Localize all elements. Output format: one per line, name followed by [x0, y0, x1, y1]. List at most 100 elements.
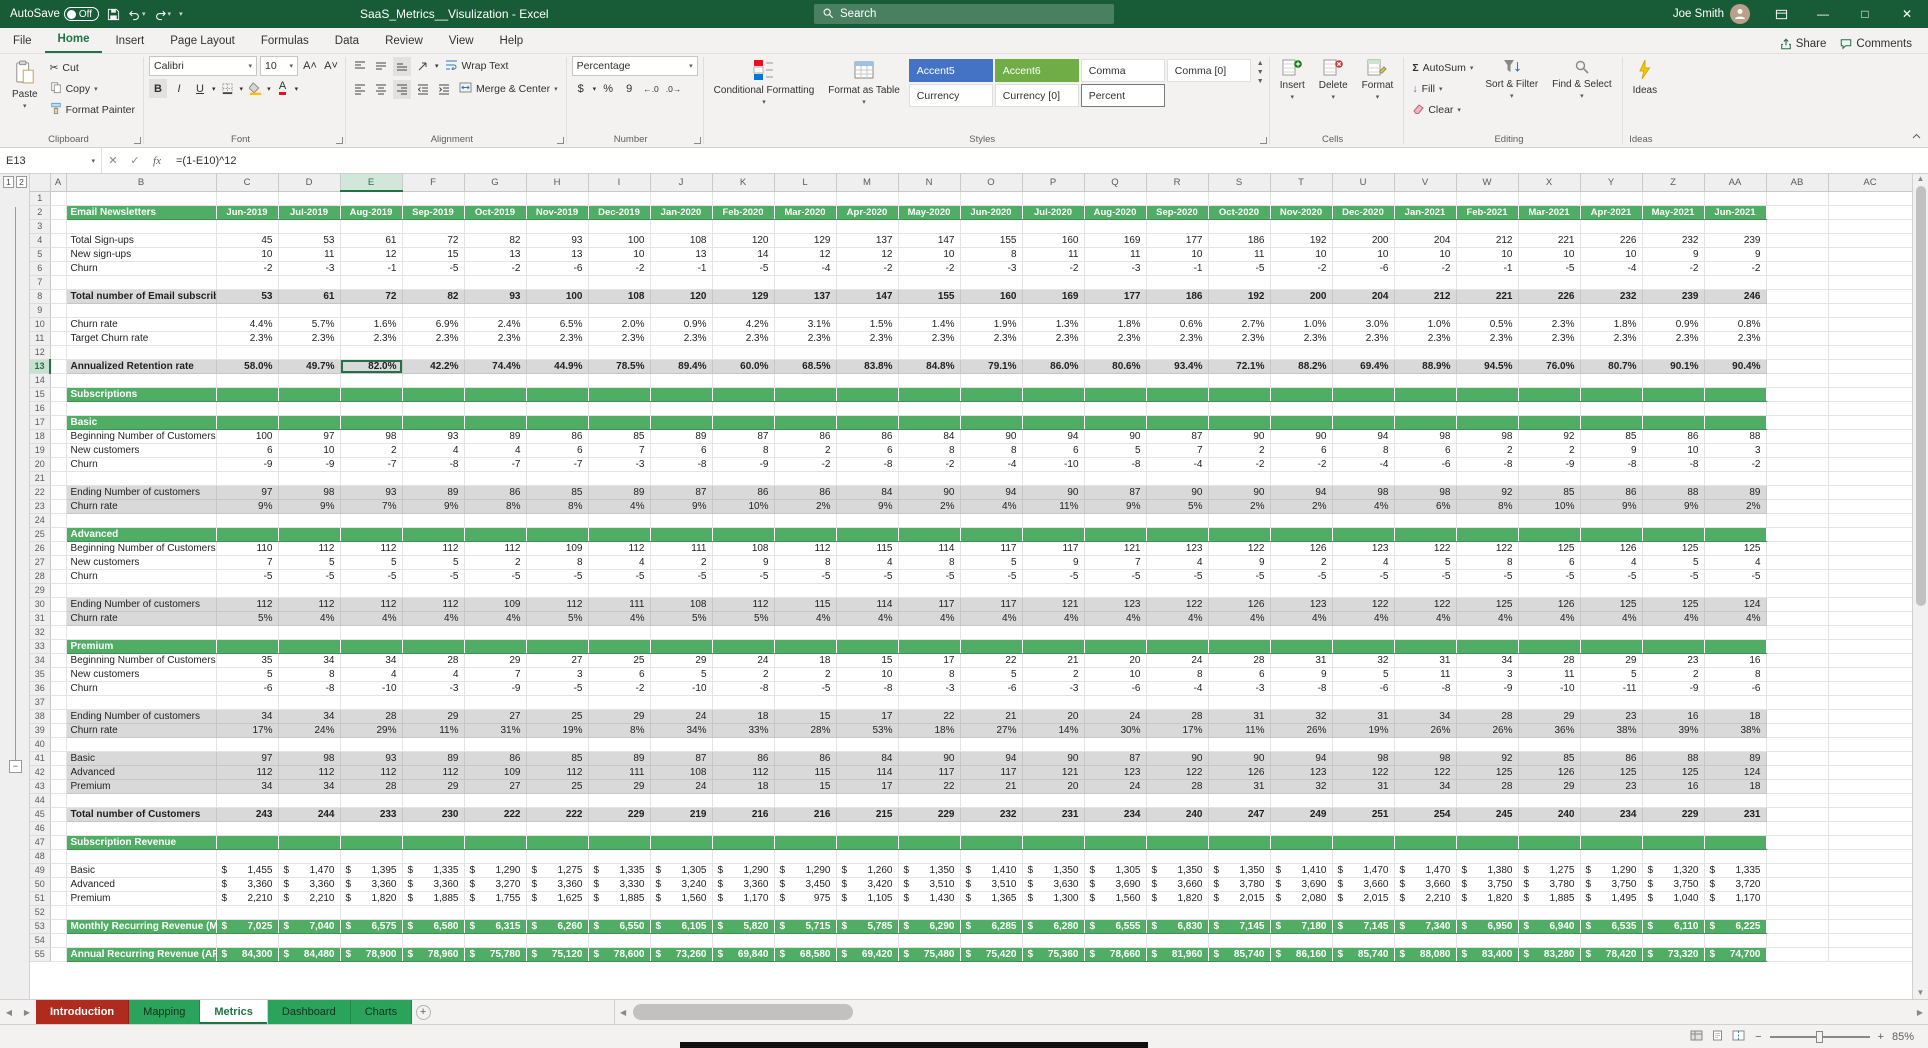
- row-label[interactable]: Annualized Retention rate: [66, 359, 216, 373]
- cell[interactable]: $3,750: [1456, 877, 1518, 891]
- cell[interactable]: [1456, 835, 1518, 849]
- cell[interactable]: Mar-2021: [1518, 205, 1580, 219]
- cell[interactable]: [960, 471, 1022, 485]
- cell[interactable]: $3,750: [1642, 877, 1704, 891]
- cell[interactable]: [588, 849, 650, 863]
- cell[interactable]: -5: [588, 569, 650, 583]
- cell[interactable]: [216, 471, 278, 485]
- cell[interactable]: [588, 639, 650, 653]
- cell[interactable]: 10: [1270, 247, 1332, 261]
- cell[interactable]: 2%: [774, 499, 836, 513]
- cell[interactable]: [588, 905, 650, 919]
- cell[interactable]: 4%: [1642, 611, 1704, 625]
- cell[interactable]: 114: [898, 541, 960, 555]
- cell[interactable]: 86: [1642, 429, 1704, 443]
- cell[interactable]: 22: [898, 779, 960, 793]
- cell[interactable]: [588, 583, 650, 597]
- cell[interactable]: 1.6%: [340, 317, 402, 331]
- cell[interactable]: [1766, 471, 1828, 485]
- cell[interactable]: [1828, 681, 1912, 695]
- cell[interactable]: 11: [1084, 247, 1146, 261]
- cell[interactable]: [1704, 625, 1766, 639]
- column-header-Z[interactable]: Z: [1642, 174, 1704, 191]
- cell[interactable]: -10: [650, 681, 712, 695]
- cell[interactable]: 186: [1208, 233, 1270, 247]
- cell[interactable]: [1766, 457, 1828, 471]
- undo-button[interactable]: ▾: [128, 8, 146, 21]
- cell[interactable]: Sep-2020: [1146, 205, 1208, 219]
- row-label[interactable]: Churn: [66, 261, 216, 275]
- cell[interactable]: 6%: [1394, 499, 1456, 513]
- cell[interactable]: [1580, 373, 1642, 387]
- cell[interactable]: 89: [1704, 751, 1766, 765]
- cell[interactable]: 226: [1518, 289, 1580, 303]
- column-header-M[interactable]: M: [836, 174, 898, 191]
- cell[interactable]: 100: [526, 289, 588, 303]
- cell[interactable]: [464, 737, 526, 751]
- cell[interactable]: [1394, 415, 1456, 429]
- cell[interactable]: 243: [216, 807, 278, 821]
- merge-center-button[interactable]: Merge & Center▾: [456, 79, 561, 99]
- cell[interactable]: -9: [216, 457, 278, 471]
- cell[interactable]: [1394, 373, 1456, 387]
- cell[interactable]: 87: [712, 429, 774, 443]
- row-label[interactable]: [66, 219, 216, 233]
- cell[interactable]: 1.4%: [898, 317, 960, 331]
- cell[interactable]: [402, 303, 464, 317]
- cell[interactable]: 86: [712, 751, 774, 765]
- cell[interactable]: 9%: [1084, 499, 1146, 513]
- cell[interactable]: [1146, 695, 1208, 709]
- cell[interactable]: 4%: [1456, 611, 1518, 625]
- column-header-I[interactable]: I: [588, 174, 650, 191]
- cell[interactable]: 72.1%: [1208, 359, 1270, 373]
- cell[interactable]: 24: [712, 653, 774, 667]
- cell[interactable]: [1766, 373, 1828, 387]
- cell[interactable]: [1394, 583, 1456, 597]
- cell[interactable]: 2.3%: [278, 331, 340, 345]
- cell[interactable]: $1,410: [960, 863, 1022, 877]
- cancel-icon[interactable]: ✕: [102, 154, 124, 167]
- cell[interactable]: [526, 639, 588, 653]
- cell[interactable]: [588, 303, 650, 317]
- font-dialog-launcher-icon[interactable]: [336, 137, 343, 144]
- cell[interactable]: [774, 821, 836, 835]
- cell[interactable]: [1580, 737, 1642, 751]
- cell[interactable]: [1704, 191, 1766, 205]
- cell[interactable]: [1704, 905, 1766, 919]
- cell[interactable]: 15: [774, 709, 836, 723]
- cell[interactable]: 38%: [1704, 723, 1766, 737]
- cell[interactable]: -5: [1146, 569, 1208, 583]
- cell[interactable]: [216, 737, 278, 751]
- cell[interactable]: [1642, 345, 1704, 359]
- cell[interactable]: [650, 513, 712, 527]
- cell[interactable]: [50, 485, 66, 499]
- cell[interactable]: 29: [588, 709, 650, 723]
- cell[interactable]: $1,350: [898, 863, 960, 877]
- cell[interactable]: [898, 849, 960, 863]
- cell[interactable]: [526, 471, 588, 485]
- cell[interactable]: [464, 191, 526, 205]
- cell[interactable]: 112: [216, 765, 278, 779]
- cell[interactable]: 112: [774, 541, 836, 555]
- paste-button[interactable]: Paste▾: [7, 56, 43, 112]
- cell[interactable]: 240: [1146, 807, 1208, 821]
- cell[interactable]: [1518, 793, 1580, 807]
- cell[interactable]: 18%: [898, 723, 960, 737]
- cell[interactable]: 112: [340, 541, 402, 555]
- cell[interactable]: [1828, 835, 1912, 849]
- cell[interactable]: 14%: [1022, 723, 1084, 737]
- cell[interactable]: [774, 527, 836, 541]
- cell[interactable]: 2.3%: [1208, 331, 1270, 345]
- cell[interactable]: $1,365: [960, 891, 1022, 905]
- cell[interactable]: 232: [960, 807, 1022, 821]
- cell[interactable]: [774, 415, 836, 429]
- cell[interactable]: [1084, 905, 1146, 919]
- cell[interactable]: [1828, 261, 1912, 275]
- cell[interactable]: [898, 905, 960, 919]
- cell[interactable]: [278, 849, 340, 863]
- row-label[interactable]: Churn rate: [66, 317, 216, 331]
- cell[interactable]: [712, 737, 774, 751]
- cell[interactable]: [402, 625, 464, 639]
- cell[interactable]: [1828, 247, 1912, 261]
- number-format-select[interactable]: Percentage▾: [572, 56, 698, 76]
